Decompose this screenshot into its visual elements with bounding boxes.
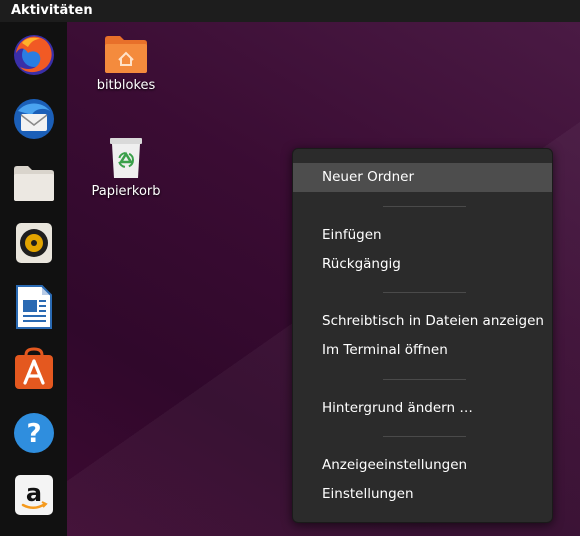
- top-bar: Aktivitäten: [0, 0, 580, 22]
- desktop-icon-trash[interactable]: Papierkorb: [88, 134, 164, 199]
- menu-separator: [383, 292, 466, 293]
- help-icon: ?: [14, 413, 54, 453]
- menu-item-display-settings[interactable]: Anzeigeeinstellungen: [293, 451, 552, 480]
- rhythmbox-icon: [16, 223, 52, 263]
- menu-item-paste[interactable]: Einfügen: [293, 221, 552, 250]
- desktop-icon-home[interactable]: bitblokes: [94, 34, 158, 93]
- menu-separator: [383, 206, 466, 207]
- thunderbird-icon: [14, 99, 54, 139]
- menu-item-undo[interactable]: Rückgängig: [293, 250, 552, 279]
- amazon-icon: a: [15, 475, 53, 515]
- software-icon: [15, 347, 53, 389]
- home-folder-icon: [105, 36, 147, 73]
- dock-item-writer[interactable]: [11, 284, 57, 330]
- desktop-icon-label: bitblokes: [96, 78, 156, 93]
- menu-item-new-folder[interactable]: Neuer Ordner: [293, 163, 552, 192]
- menu-separator: [383, 379, 466, 380]
- menu-item-change-background[interactable]: Hintergrund ändern …: [293, 394, 552, 423]
- desktop-icon-label: Papierkorb: [91, 184, 161, 199]
- activities-button[interactable]: Aktivitäten: [11, 3, 93, 18]
- writer-icon: [16, 285, 52, 329]
- dock-item-software[interactable]: [11, 346, 57, 392]
- dock-item-rhythmbox[interactable]: [11, 220, 57, 266]
- dock: ? a: [0, 22, 67, 536]
- dock-item-amazon[interactable]: a: [11, 472, 57, 518]
- dock-item-help[interactable]: ?: [11, 410, 57, 456]
- svg-text:a: a: [26, 479, 42, 507]
- files-icon: [14, 166, 54, 201]
- svg-text:?: ?: [26, 419, 41, 449]
- menu-item-settings[interactable]: Einstellungen: [293, 480, 552, 509]
- dock-item-firefox[interactable]: [11, 32, 57, 78]
- dock-item-files[interactable]: [11, 160, 57, 206]
- trash-icon: [110, 138, 142, 178]
- menu-item-open-in-terminal[interactable]: Im Terminal öffnen: [293, 336, 552, 365]
- firefox-icon: [14, 35, 54, 75]
- desktop-context-menu: Neuer Ordner Einfügen Rückgängig Schreib…: [292, 148, 553, 523]
- dock-item-thunderbird[interactable]: [11, 96, 57, 142]
- menu-separator: [383, 436, 466, 437]
- menu-item-show-desktop-in-files[interactable]: Schreibtisch in Dateien anzeigen: [293, 307, 552, 336]
